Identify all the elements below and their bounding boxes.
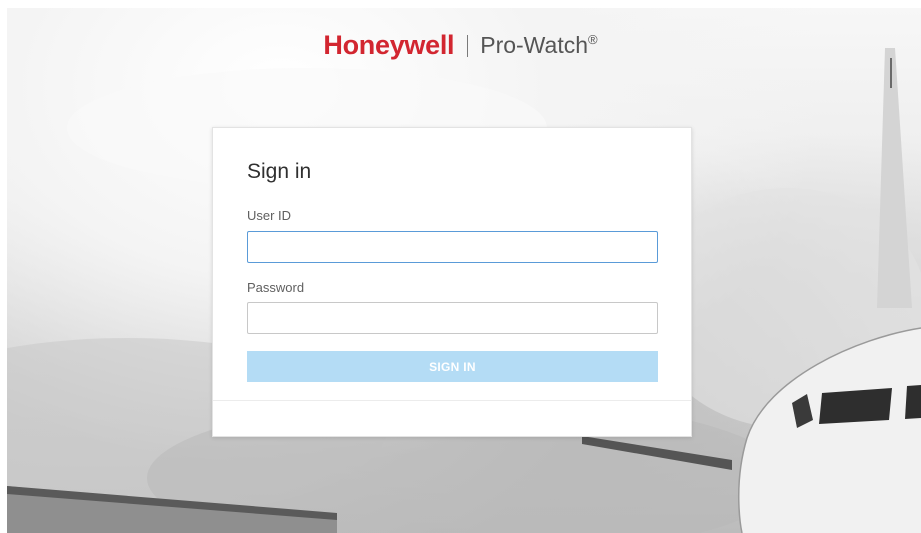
login-page: Honeywell Pro-Watch® Sign in User ID Pass… xyxy=(0,0,921,533)
signin-button[interactable]: SIGN IN xyxy=(247,351,658,382)
honeywell-logo: Honeywell xyxy=(323,30,455,60)
signin-card: Sign in User ID Password SIGN IN xyxy=(212,127,692,437)
product-name: Pro-Watch® xyxy=(480,32,597,59)
password-input[interactable] xyxy=(247,302,658,334)
brand-divider xyxy=(467,34,469,57)
user-id-input[interactable] xyxy=(247,231,658,263)
registered-mark: ® xyxy=(588,32,598,47)
product-name-text: Pro-Watch xyxy=(480,32,589,58)
card-footer-divider xyxy=(213,400,691,401)
brand-header: Honeywell Pro-Watch® xyxy=(0,30,921,61)
password-label: Password xyxy=(247,280,305,295)
user-id-label: User ID xyxy=(247,208,292,223)
signin-title: Sign in xyxy=(247,160,312,183)
